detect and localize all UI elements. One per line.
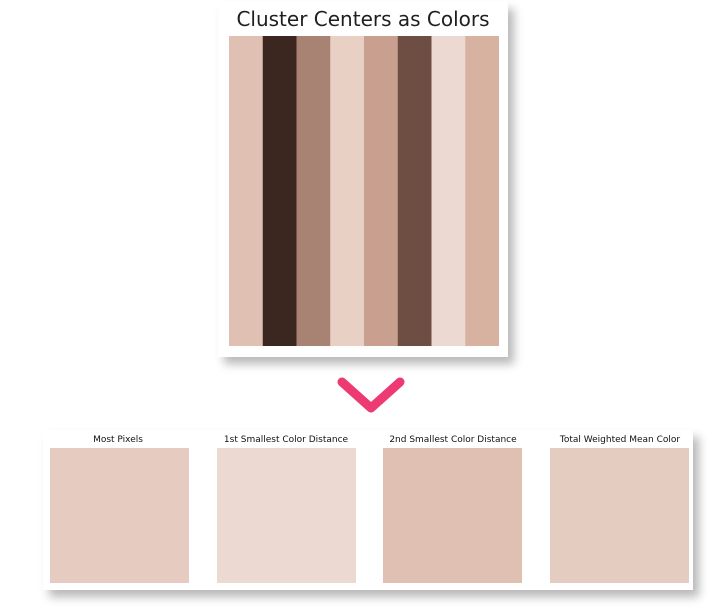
cluster-color-stripe-5 [364, 36, 399, 346]
swatch-weighted-mean [550, 448, 689, 583]
swatch-most-pixels [50, 448, 189, 583]
panel-title-most-pixels: Most Pixels [93, 435, 143, 445]
cluster-color-stripe-8 [465, 36, 499, 346]
cluster-color-stripe-3 [296, 36, 331, 346]
panel-title-weighted-mean: Total Weighted Mean Color [559, 435, 681, 445]
cluster-centers-card: Cluster Centers as Colors [218, 2, 508, 357]
color-selection-card: Most Pixels 1st Smallest Color Distance … [43, 430, 693, 590]
cluster-color-stripe-4 [330, 36, 365, 346]
chevron-down-icon [337, 377, 405, 413]
cluster-color-stripe-6 [397, 36, 432, 346]
panel-title-1st-smallest: 1st Smallest Color Distance [223, 435, 349, 445]
swatch-2nd-smallest [383, 448, 522, 583]
swatch-1st-smallest [217, 448, 356, 583]
cluster-color-stripe-1 [229, 36, 264, 346]
panel-title-2nd-smallest: 2nd Smallest Color Distance [389, 435, 517, 445]
cluster-centers-title: Cluster Centers as Colors [236, 7, 490, 31]
cluster-color-strip [229, 36, 499, 346]
cluster-color-stripe-7 [431, 36, 466, 346]
cluster-color-stripe-2 [262, 36, 297, 346]
